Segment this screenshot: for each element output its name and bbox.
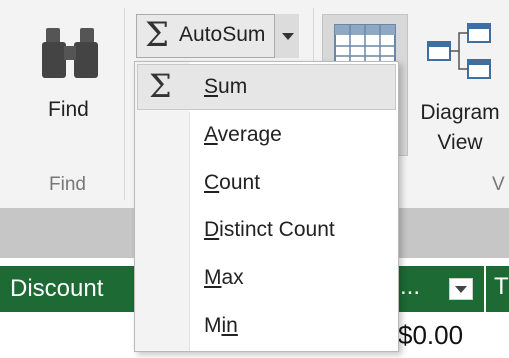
menu-gutter-divider (189, 112, 190, 351)
diagram-view-label-line1: Diagram (420, 101, 500, 124)
menu-item-label: um (218, 75, 248, 98)
column-separator (484, 266, 486, 312)
autosum-label[interactable]: AutoSum (179, 23, 265, 47)
column-header-truncated[interactable]: ... (400, 273, 420, 301)
menu-item-label: verage (217, 123, 282, 146)
menu-item-label: istinct Count (219, 218, 335, 241)
menu-item-accelerator: M (204, 266, 222, 289)
menu-item-accelerator: A (204, 123, 218, 146)
sigma-icon: Σ (149, 67, 172, 105)
menu-item-distinct-count[interactable]: Distinct Count (204, 218, 335, 242)
menu-item-label: in (221, 314, 238, 337)
ribbon-separator (124, 8, 125, 200)
menu-item-count[interactable]: Count (204, 171, 260, 195)
binoculars-icon[interactable] (40, 24, 100, 80)
menu-item-label: M (204, 314, 222, 337)
sigma-icon: Σ (145, 15, 170, 55)
menu-item-highlight[interactable] (137, 64, 396, 110)
filter-dropdown-button[interactable] (449, 278, 473, 300)
find-button-label[interactable]: Find (48, 98, 89, 122)
menu-item-label: ount (219, 171, 261, 194)
menu-item-max[interactable]: Max (204, 266, 244, 290)
chevron-down-icon (282, 33, 294, 40)
column-header-next[interactable]: T (494, 273, 509, 301)
find-group-label: Find (49, 174, 86, 195)
chevron-down-icon (455, 286, 467, 293)
diagram-view-icon[interactable] (424, 22, 496, 82)
menu-item-sum[interactable]: Sum (204, 75, 247, 99)
table-cell-value[interactable]: $0.00 (398, 320, 463, 351)
menu-item-min[interactable]: Min (204, 314, 238, 338)
view-group-label: V (492, 174, 505, 195)
menu-item-accelerator: D (204, 218, 220, 241)
column-header-discount[interactable]: Discount (10, 275, 103, 303)
menu-item-accelerator: S (204, 75, 219, 98)
menu-item-average[interactable]: Average (204, 123, 282, 147)
diagram-view-label[interactable]: Diagram View (411, 98, 509, 158)
diagram-view-label-line2: View (437, 131, 483, 154)
menu-item-accelerator: C (204, 171, 220, 194)
autosum-dropdown-button[interactable] (274, 14, 299, 58)
menu-item-label: ax (221, 266, 244, 289)
